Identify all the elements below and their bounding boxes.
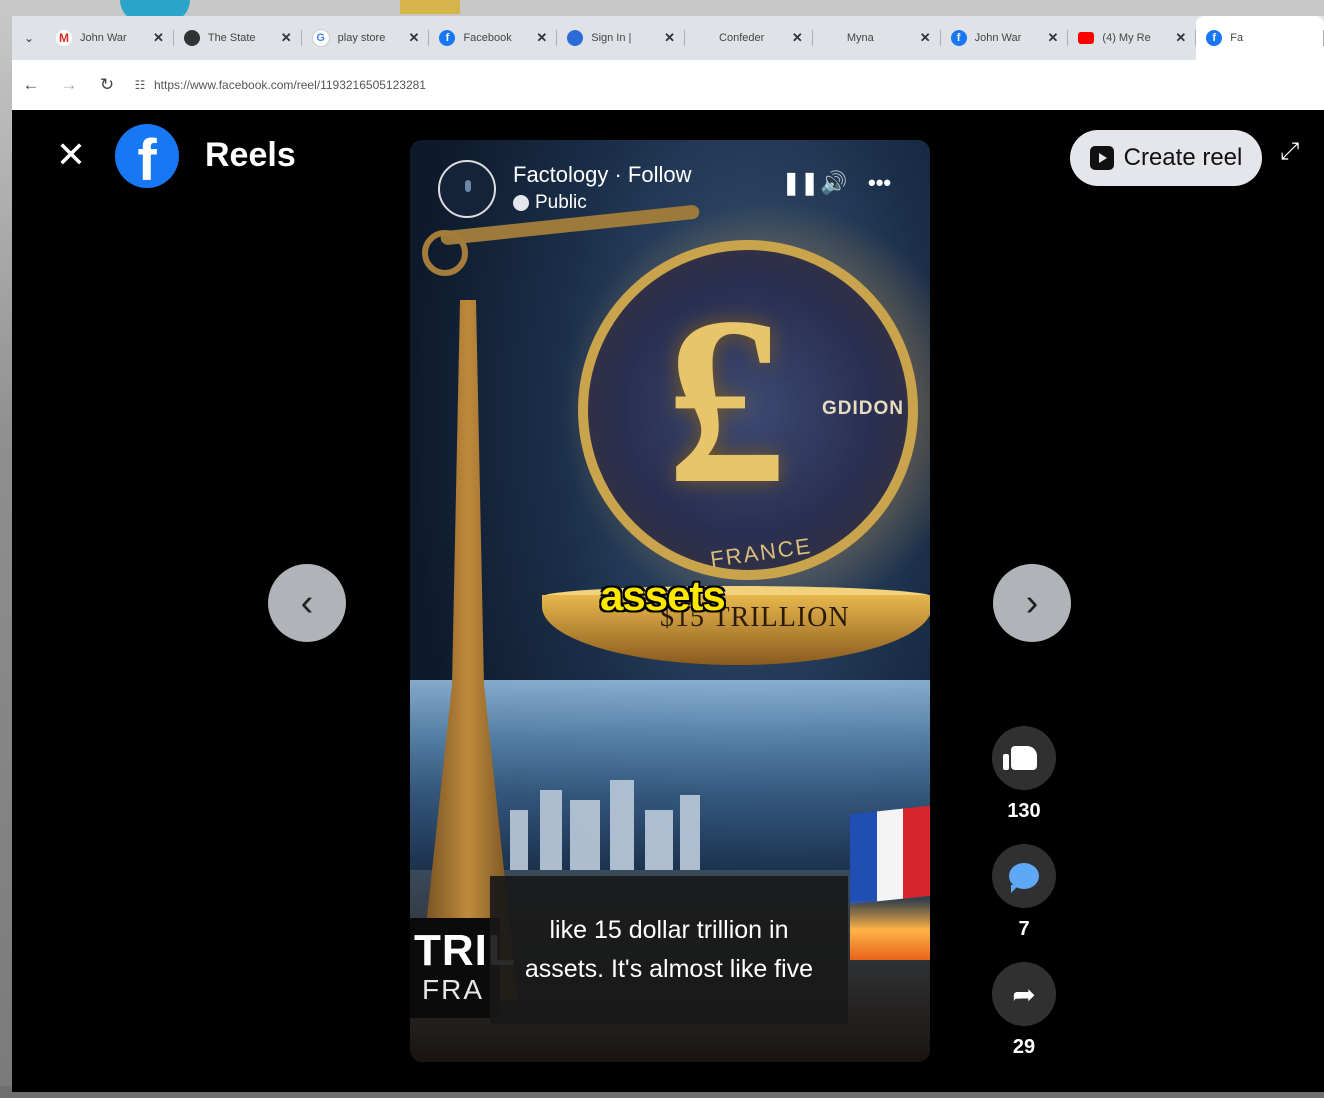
tab-title: John War xyxy=(80,32,127,44)
share-action: ➦ 29 xyxy=(992,962,1056,1059)
chevron-right-icon: › xyxy=(1025,581,1039,624)
close-icon[interactable]: ✕ xyxy=(52,136,90,174)
facebook-icon: f xyxy=(439,30,456,46)
like-action: 130 xyxy=(992,726,1056,823)
close-icon[interactable]: ✕ xyxy=(920,30,931,46)
close-icon[interactable]: ✕ xyxy=(536,30,547,46)
tab-play-store[interactable]: G play store ✕ xyxy=(302,16,430,60)
video-overlay-text: FRA xyxy=(422,974,484,1005)
avatar[interactable] xyxy=(438,160,496,218)
comment-action: 7 xyxy=(992,844,1056,941)
reels-viewer: ✕ f Reels Create reel ⤢ ‹ › £ GDIDON FRA… xyxy=(12,110,1324,1092)
tab-facebook-active[interactable]: f Fa xyxy=(1196,16,1324,60)
site-info-icon[interactable]: ☷ xyxy=(126,78,154,92)
close-icon[interactable]: ✕ xyxy=(153,30,164,46)
tab-confederate[interactable]: Confeder ✕ xyxy=(685,16,813,60)
page-title: Reels xyxy=(205,136,296,174)
close-icon[interactable]: ✕ xyxy=(792,30,803,46)
tab-title: The State xyxy=(207,32,256,44)
forward-button[interactable]: → xyxy=(50,60,88,110)
sign-in-icon xyxy=(567,30,584,46)
tab-title: Myna xyxy=(846,32,874,44)
tab-title: (4) My Re xyxy=(1102,32,1151,44)
gmail-icon: M xyxy=(56,30,73,46)
facebook-logo[interactable]: f xyxy=(115,124,179,193)
pause-icon[interactable]: ❚❚ xyxy=(782,170,819,196)
create-reel-button[interactable]: Create reel xyxy=(1070,130,1262,186)
close-icon[interactable]: ✕ xyxy=(1175,30,1186,46)
scale-gear xyxy=(422,230,468,276)
next-reel-button[interactable]: › xyxy=(993,564,1071,642)
facebook-icon: f xyxy=(1206,30,1223,46)
globe-icon xyxy=(183,30,200,46)
like-button[interactable] xyxy=(992,726,1056,790)
tab-the-state[interactable]: The State ✕ xyxy=(174,16,302,60)
tab-search-dropdown[interactable]: ⌄ xyxy=(12,16,46,60)
tab-title: Fa xyxy=(1230,32,1244,44)
share-icon: ➦ xyxy=(1012,978,1036,1010)
like-count: 130 xyxy=(1007,800,1041,822)
background-object xyxy=(400,0,460,14)
reel-video[interactable]: £ GDIDON FRANCE $15 TRILLION assets TRIL… xyxy=(410,140,930,1062)
subtitle-caption: like 15 dollar trillion in assets. It's … xyxy=(490,876,848,1024)
comment-button[interactable] xyxy=(992,844,1056,908)
reel-icon xyxy=(1089,146,1114,170)
comment-count: 7 xyxy=(1018,918,1030,940)
tab-title: Facebook xyxy=(463,32,512,44)
tab-john-facebook[interactable]: f John War ✕ xyxy=(941,16,1069,60)
back-button[interactable]: ← xyxy=(12,60,50,110)
reload-button[interactable]: ↻ xyxy=(88,60,126,110)
globe-icon xyxy=(513,195,529,211)
tab-strip: ⌄ M John War ✕ The State ✕ G play store … xyxy=(12,16,1324,60)
tab-title: Sign In | xyxy=(591,32,632,44)
close-icon[interactable]: ✕ xyxy=(409,30,420,46)
tab-sign-in[interactable]: Sign In | ✕ xyxy=(557,16,685,60)
fire-artwork xyxy=(850,900,930,960)
caption-word: assets xyxy=(600,572,726,619)
chevron-left-icon: ‹ xyxy=(300,581,314,624)
blank-favicon-icon xyxy=(823,30,839,46)
share-button[interactable]: ➦ xyxy=(992,962,1056,1026)
tab-title: play store xyxy=(337,32,386,44)
browser-window: ⌄ M John War ✕ The State ✕ G play store … xyxy=(12,16,1324,1092)
pound-symbol: £ xyxy=(666,267,786,533)
close-icon[interactable]: ✕ xyxy=(1048,30,1059,46)
tab-gmail[interactable]: M John War ✕ xyxy=(46,16,174,60)
tab-title: John War xyxy=(974,32,1022,44)
url-field[interactable]: https://www.facebook.com/reel/1193216505… xyxy=(154,78,426,92)
privacy-label: Public xyxy=(513,192,587,214)
previous-reel-button[interactable]: ‹ xyxy=(268,564,346,642)
tab-youtube[interactable]: (4) My Re ✕ xyxy=(1068,16,1197,60)
blank-favicon-icon xyxy=(695,30,711,46)
fullscreen-icon[interactable]: ⤢ xyxy=(1280,138,1299,166)
coin-text: GDIDON xyxy=(822,398,904,419)
google-icon: G xyxy=(311,29,330,47)
thumbs-up-icon xyxy=(1003,746,1037,770)
youtube-icon xyxy=(1078,32,1095,44)
tab-title: Confeder xyxy=(719,32,765,44)
share-count: 29 xyxy=(1012,1036,1036,1058)
comment-icon xyxy=(1009,863,1039,893)
volume-icon[interactable]: 🔊 xyxy=(820,170,847,196)
more-options-icon[interactable]: ••• xyxy=(868,170,891,196)
tab-facebook[interactable]: f Facebook ✕ xyxy=(429,16,558,60)
facebook-icon: f xyxy=(950,30,967,46)
create-reel-label: Create reel xyxy=(1123,144,1243,171)
address-bar: ← → ↻ ☷ https://www.facebook.com/reel/11… xyxy=(12,60,1324,111)
french-flag xyxy=(850,805,930,905)
privacy-text: Public xyxy=(535,192,587,213)
tab-myna[interactable]: Myna ✕ xyxy=(813,16,941,60)
author-follow-link[interactable]: Factology · Follow xyxy=(513,162,692,188)
close-icon[interactable]: ✕ xyxy=(664,30,675,46)
close-icon[interactable]: ✕ xyxy=(281,30,292,46)
